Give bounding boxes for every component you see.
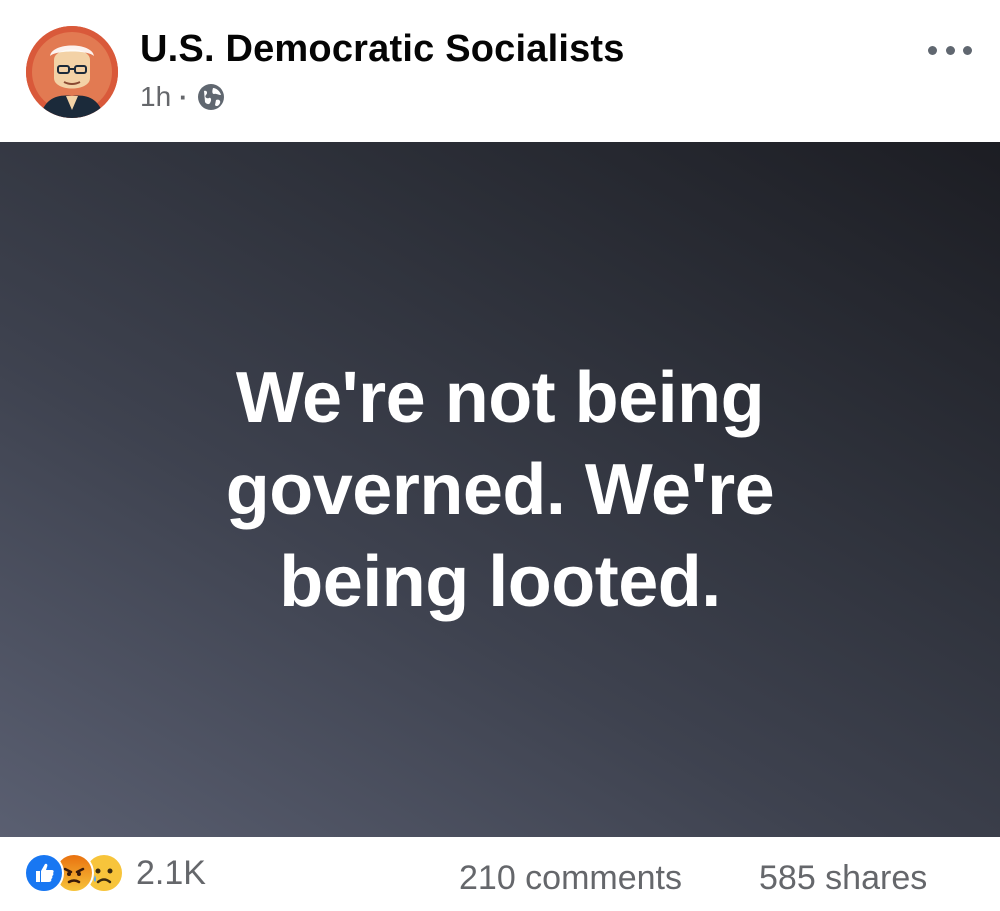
globe-icon[interactable]: [196, 82, 226, 112]
meta-separator: ·: [179, 81, 188, 112]
portrait-avatar-icon: [26, 26, 118, 118]
page-name-link[interactable]: U.S. Democratic Socialists: [140, 28, 625, 71]
reactions-summary[interactable]: 2.1K: [24, 853, 206, 893]
reaction-count[interactable]: 2.1K: [136, 854, 206, 893]
comments-count-link[interactable]: 210 comments: [459, 859, 682, 898]
post-image[interactable]: We're not being governed. We're being lo…: [0, 142, 1000, 837]
post-footer: 2.1K 210 comments 585 shares: [0, 837, 1000, 911]
shares-count-link[interactable]: 585 shares: [759, 859, 927, 898]
more-options-icon[interactable]: [928, 40, 972, 60]
post-meta: 1h ·: [140, 80, 226, 114]
like-icon: [24, 853, 64, 893]
page-avatar[interactable]: [26, 26, 118, 118]
post-header: U.S. Democratic Socialists 1h ·: [0, 0, 1000, 142]
post-timestamp[interactable]: 1h: [140, 81, 171, 113]
post-quote-text: We're not being governed. We're being lo…: [225, 357, 775, 622]
